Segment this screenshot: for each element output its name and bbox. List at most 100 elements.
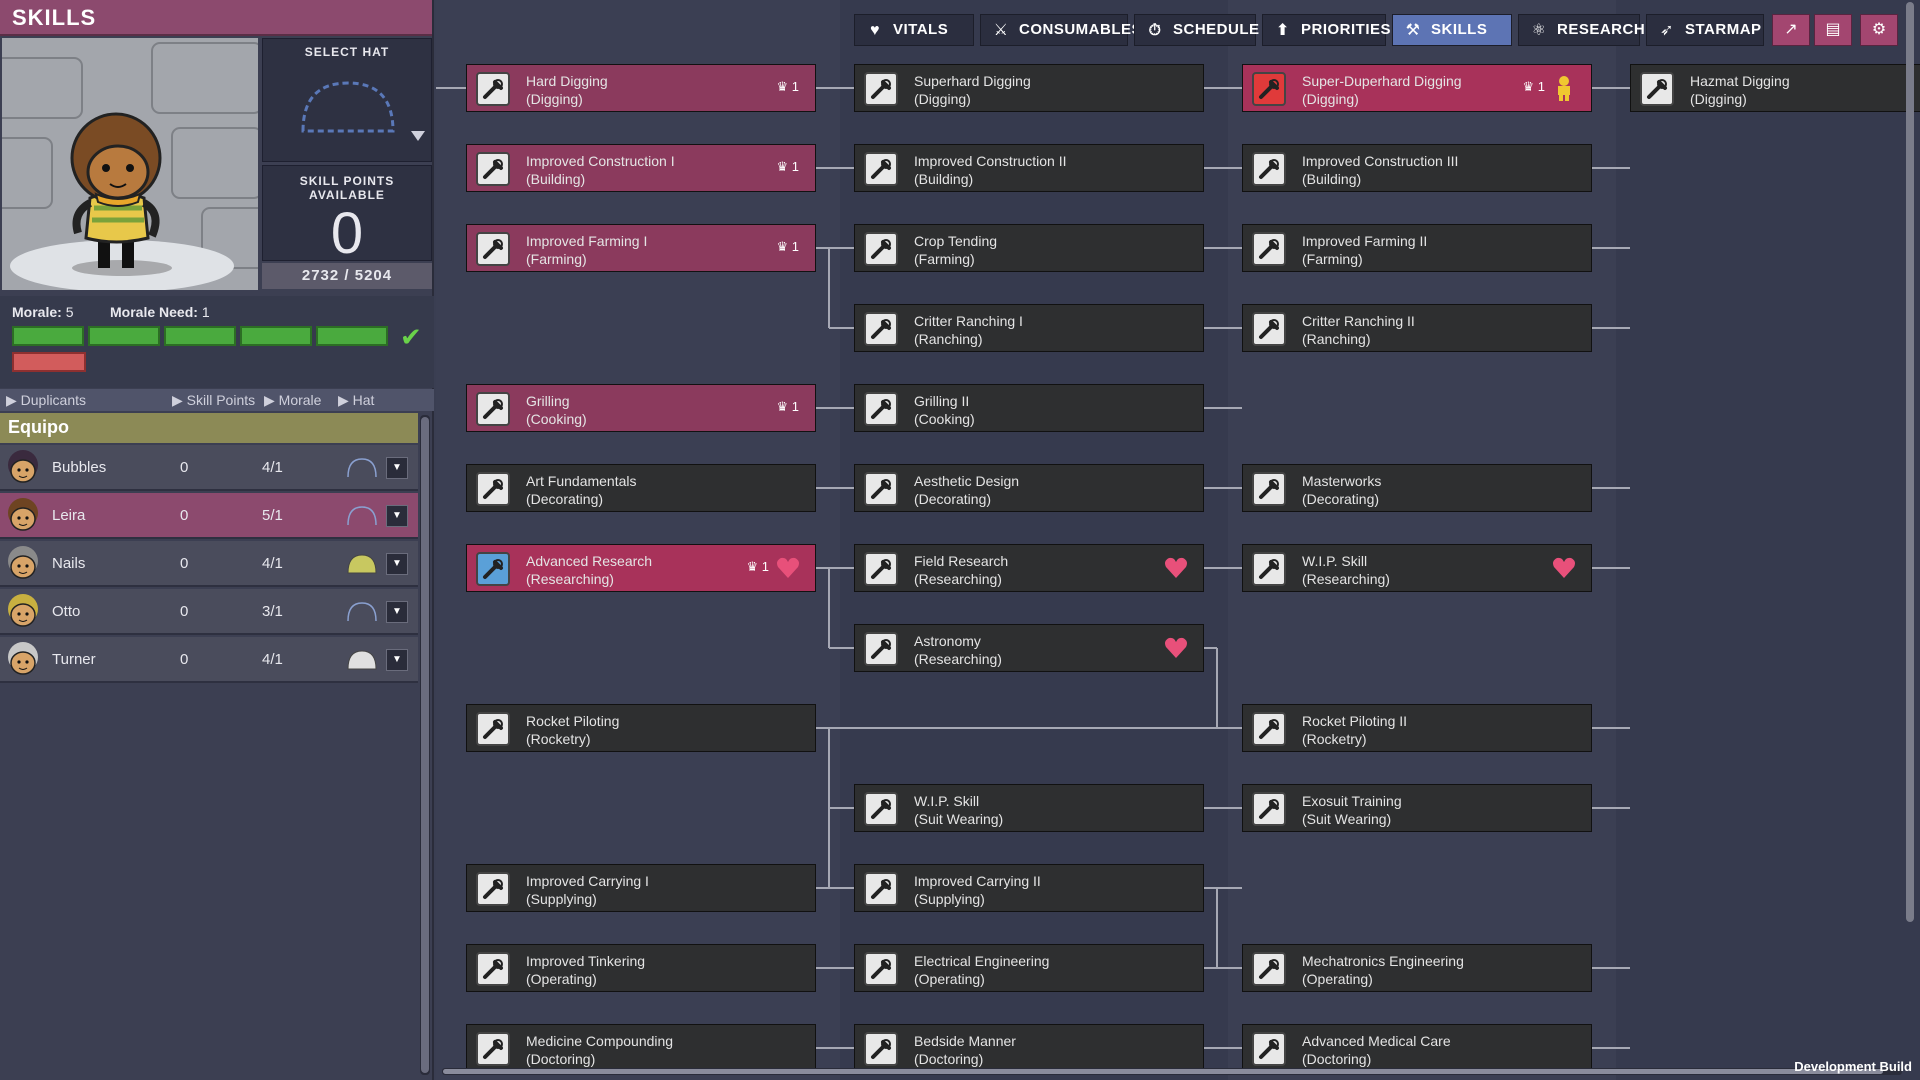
skill-card[interactable]: Improved Construction I (Building) ♛ 1 [466,144,816,192]
crew-row[interactable]: Otto 0 3/1 ▼ [0,589,418,635]
priority-icon: ⬆ [1276,22,1290,39]
morale-need-text: Morale Need: 1 [110,304,210,320]
tab-starmap[interactable]: ➶ STARMAP [1646,14,1764,46]
hat-dropdown-button[interactable]: ▼ [386,601,408,623]
tab-schedule[interactable]: ⏱ SCHEDULE [1134,14,1259,46]
tab-priorities[interactable]: ⬆ PRIORITIES [1262,14,1391,46]
skill-card[interactable]: Hard Digging (Digging) ♛ 1 [466,64,816,112]
crown-count: ♛ 1 [776,399,799,415]
skill-card[interactable]: Bedside Manner (Doctoring) [854,1024,1204,1072]
skill-card[interactable]: Improved Carrying II (Supplying) [854,864,1204,912]
skill-card[interactable]: Masterworks (Decorating) [1242,464,1592,512]
skill-group: (Farming) [914,251,975,267]
skill-card[interactable]: Critter Ranching II (Ranching) [1242,304,1592,352]
skill-icon [1252,792,1286,826]
crew-morale: 3/1 [262,603,283,620]
skill-card[interactable]: Advanced Medical Care (Doctoring) [1242,1024,1592,1072]
hat-dropdown-button[interactable]: ▼ [386,649,408,671]
crown-value: 1 [761,559,769,574]
skill-card[interactable]: Improved Carrying I (Supplying) [466,864,816,912]
skill-card[interactable]: Medicine Compounding (Doctoring) [466,1024,816,1072]
sort-hat[interactable]: ▶ Hat [338,392,374,409]
skill-card[interactable]: W.I.P. Skill (Suit Wearing) [854,784,1204,832]
report-icon[interactable]: ↗ [1772,14,1810,46]
skill-card[interactable]: Advanced Research (Researching) ♛ 1 [466,544,816,592]
crown-value: 1 [791,399,799,414]
skill-name: Improved Carrying I [526,873,649,889]
skill-name: Critter Ranching I [914,313,1023,329]
skill-card[interactable]: Astronomy (Researching) [854,624,1204,672]
crew-scrollbar[interactable] [420,415,430,1075]
skill-icon [1252,1032,1286,1066]
skill-icon [1252,952,1286,986]
tab-consumables[interactable]: ⚔ CONSUMABLES [980,14,1142,46]
skill-card[interactable]: Crop Tending (Farming) [854,224,1204,272]
hat-dropdown-button[interactable]: ▼ [386,553,408,575]
tab-label: VITALS [893,21,949,38]
skill-card[interactable]: Rocket Piloting (Rocketry) [466,704,816,752]
sort-skill-points[interactable]: ▶ Skill Points [172,392,255,409]
empty-hat-icon [301,81,425,141]
skill-card[interactable]: Improved Construction III (Building) [1242,144,1592,192]
skill-card[interactable]: Exosuit Training (Suit Wearing) [1242,784,1592,832]
skill-group: (Supplying) [914,891,985,907]
tab-research[interactable]: ⚛ RESEARCH [1518,14,1645,46]
skill-card[interactable]: Rocket Piloting II (Rocketry) [1242,704,1592,752]
skill-icon [476,392,510,426]
skill-group: (Operating) [914,971,985,987]
crew-skill-points: 0 [180,603,189,620]
skill-card[interactable]: Electrical Engineering (Operating) [854,944,1204,992]
skill-group: (Decorating) [914,491,992,507]
skill-card[interactable]: Mechatronics Engineering (Operating) [1242,944,1592,992]
skill-card[interactable]: W.I.P. Skill (Researching) [1242,544,1592,592]
skill-card[interactable]: Superhard Digging (Digging) [854,64,1204,112]
hat-dropdown-button[interactable]: ▼ [386,505,408,527]
skill-card[interactable]: Improved Farming I (Farming) ♛ 1 [466,224,816,272]
skill-icon [476,472,510,506]
skill-group: (Doctoring) [914,1051,984,1067]
skill-card[interactable]: Field Research (Researching) [854,544,1204,592]
skill-group: (Decorating) [526,491,604,507]
utensils-icon: ⚔ [993,22,1009,39]
duplicant-avatar [8,450,38,483]
skill-name: Improved Construction II [914,153,1067,169]
skill-card[interactable]: Grilling II (Cooking) [854,384,1204,432]
skill-card[interactable]: Super-Duperhard Digging (Digging) ♛ 1 [1242,64,1592,112]
settings-icon[interactable]: ⚙ [1860,14,1898,46]
crew-row[interactable]: Nails 0 4/1 ▼ [0,541,418,587]
skill-icon [864,552,898,586]
heart-icon [1165,637,1187,658]
skill-card[interactable]: Improved Construction II (Building) [854,144,1204,192]
skill-card[interactable]: Aesthetic Design (Decorating) [854,464,1204,512]
vertical-scrollbar[interactable] [1906,2,1914,922]
skill-name: Grilling II [914,393,970,409]
crew-row[interactable]: Bubbles 0 4/1 ▼ [0,445,418,491]
heart-icon [777,557,799,578]
sort-morale[interactable]: ▶ Morale [264,392,321,409]
skill-name: Super-Duperhard Digging [1302,73,1462,89]
skill-card[interactable]: Hazmat Digging (Digging) [1630,64,1920,112]
skill-name: Astronomy [914,633,981,649]
tab-vitals[interactable]: ♥ VITALS [854,14,974,46]
skill-icon [1252,232,1286,266]
select-hat-panel[interactable]: SELECT HAT [262,38,432,162]
hat-dropdown-button[interactable]: ▼ [386,457,408,479]
skill-icon [476,552,510,586]
skill-card[interactable]: Grilling (Cooking) ♛ 1 [466,384,816,432]
codex-icon[interactable]: ▤ [1814,14,1852,46]
skill-card[interactable]: Art Fundamentals (Decorating) [466,464,816,512]
crown-icon: ♛ [1522,79,1538,94]
sort-duplicants[interactable]: ▶ Duplicants [6,392,86,409]
crew-row[interactable]: Turner 0 4/1 ▼ [0,637,418,683]
skill-icon [864,392,898,426]
skill-group: (Farming) [526,251,587,267]
tab-skills[interactable]: ⚒ SKILLS [1392,14,1512,46]
horizontal-scrollbar[interactable] [442,1068,1902,1075]
skill-card[interactable]: Critter Ranching I (Ranching) [854,304,1204,352]
skill-icon [476,712,510,746]
crew-row[interactable]: Leira 0 5/1 ▼ [0,493,418,539]
skill-card[interactable]: Improved Tinkering (Operating) [466,944,816,992]
crown-value: 1 [791,159,799,174]
skill-card[interactable]: Improved Farming II (Farming) [1242,224,1592,272]
morale-bar-segment [240,326,312,346]
